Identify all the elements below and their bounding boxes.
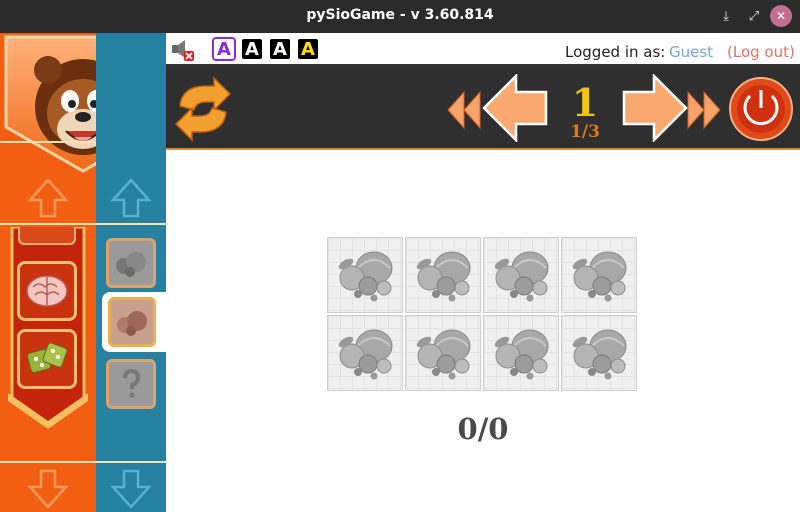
logout-link[interactable]: (Log out) <box>727 43 795 61</box>
memory-tile[interactable] <box>405 237 481 313</box>
fruits-icon <box>572 329 627 380</box>
fruits-icon <box>416 329 471 380</box>
memory-tile[interactable] <box>483 237 559 313</box>
memory-tile[interactable] <box>561 237 637 313</box>
game-up-arrow-icon[interactable] <box>96 173 166 223</box>
window-title: pySioGame - v 3.60.814 <box>306 7 494 23</box>
divider <box>0 141 96 143</box>
category-down-arrow-icon[interactable] <box>0 465 96 512</box>
divider <box>96 223 166 225</box>
mute-speaker-icon[interactable] <box>170 39 196 61</box>
close-icon[interactable]: ✕ <box>770 5 792 27</box>
game-down-arrow-icon[interactable] <box>96 465 166 512</box>
divider <box>96 461 166 463</box>
fruits-icon <box>116 252 146 277</box>
font-size-button[interactable]: A <box>296 37 320 61</box>
toolbar: 1 1/3 <box>166 66 800 150</box>
fruits-icon <box>494 251 549 302</box>
scroll-ribbon <box>6 391 90 431</box>
fruits-icon <box>494 329 549 380</box>
exit-power-icon[interactable] <box>728 76 794 142</box>
category-item-partial[interactable] <box>18 227 76 245</box>
category-up-arrow-icon[interactable] <box>0 173 96 223</box>
memory-tile[interactable] <box>327 315 403 391</box>
app-window: pySioGame - v 3.60.814 ⤓ ⤢ ✕ A A A A Log… <box>0 0 800 512</box>
fruits-icon <box>338 329 393 380</box>
fruits-icon <box>572 251 627 302</box>
title-bar: pySioGame - v 3.60.814 ⤓ ⤢ ✕ <box>0 0 800 33</box>
fruits-icon <box>338 251 393 302</box>
category-item-dice[interactable] <box>17 329 77 389</box>
memory-tile[interactable] <box>405 315 481 391</box>
category-item-brain[interactable] <box>17 261 77 321</box>
fast-forward-icon[interactable] <box>686 90 722 130</box>
game-item-fruits-selected[interactable] <box>108 297 156 347</box>
memory-board <box>327 237 639 393</box>
user-name-link[interactable]: Guest <box>669 43 713 61</box>
forward-arrow-icon[interactable] <box>622 72 688 144</box>
font-size-button[interactable]: A <box>268 37 292 61</box>
fast-back-icon[interactable] <box>446 90 482 130</box>
fruits-icon <box>416 251 471 302</box>
memory-tile[interactable] <box>483 315 559 391</box>
game-list-panel <box>96 33 166 512</box>
game-item-fruits-dim[interactable] <box>106 238 156 288</box>
divider <box>0 461 96 463</box>
status-bar: A A A A Logged in as: Guest (Log out) <box>166 33 800 66</box>
font-size-button[interactable]: A <box>212 37 236 61</box>
game-item-unknown[interactable] <box>106 359 156 409</box>
level-fraction: 1/3 <box>570 122 600 142</box>
category-panel <box>0 33 162 512</box>
font-size-button[interactable]: A <box>240 37 264 61</box>
memory-tile[interactable] <box>561 315 637 391</box>
brain-icon <box>26 275 68 307</box>
fruits-icon <box>117 311 147 336</box>
refresh-icon[interactable] <box>170 76 236 142</box>
logged-in-label: Logged in as: <box>565 43 666 61</box>
question-mark-icon <box>123 368 141 398</box>
minimize-icon[interactable]: ⤓ <box>716 6 736 26</box>
level-number: 1 <box>571 80 599 125</box>
maximize-icon[interactable]: ⤢ <box>744 6 764 26</box>
dice-icon <box>26 342 68 374</box>
score-display: 0/0 <box>457 412 509 446</box>
divider <box>0 223 96 225</box>
memory-tile[interactable] <box>327 237 403 313</box>
back-arrow-icon[interactable] <box>482 72 548 144</box>
